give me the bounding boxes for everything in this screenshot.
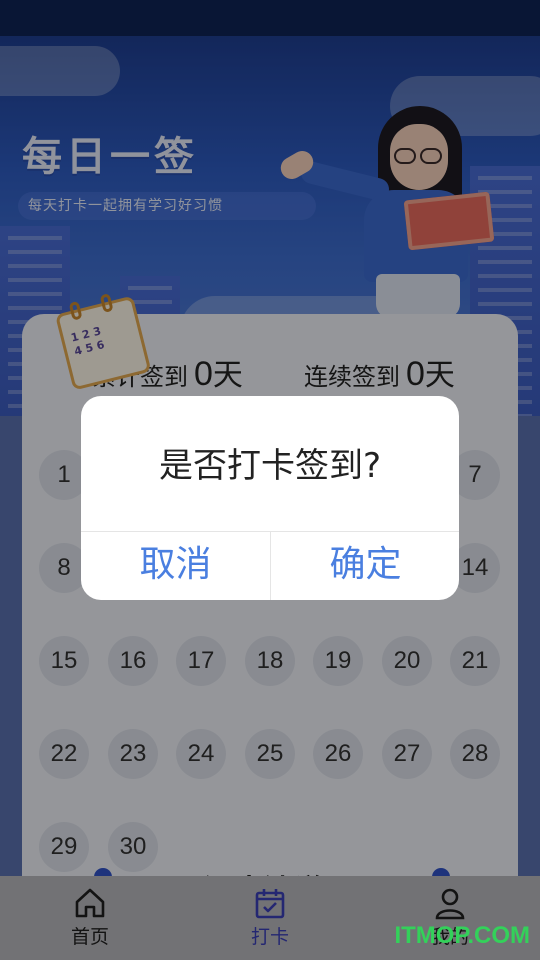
- checkin-confirm-dialog: 是否打卡签到? 取消 确定: [81, 396, 459, 600]
- watermark-text: ITMOP.COM: [394, 922, 530, 949]
- confirm-button[interactable]: 确定: [271, 532, 459, 600]
- dialog-message: 是否打卡签到?: [158, 446, 382, 486]
- cancel-button[interactable]: 取消: [81, 532, 270, 600]
